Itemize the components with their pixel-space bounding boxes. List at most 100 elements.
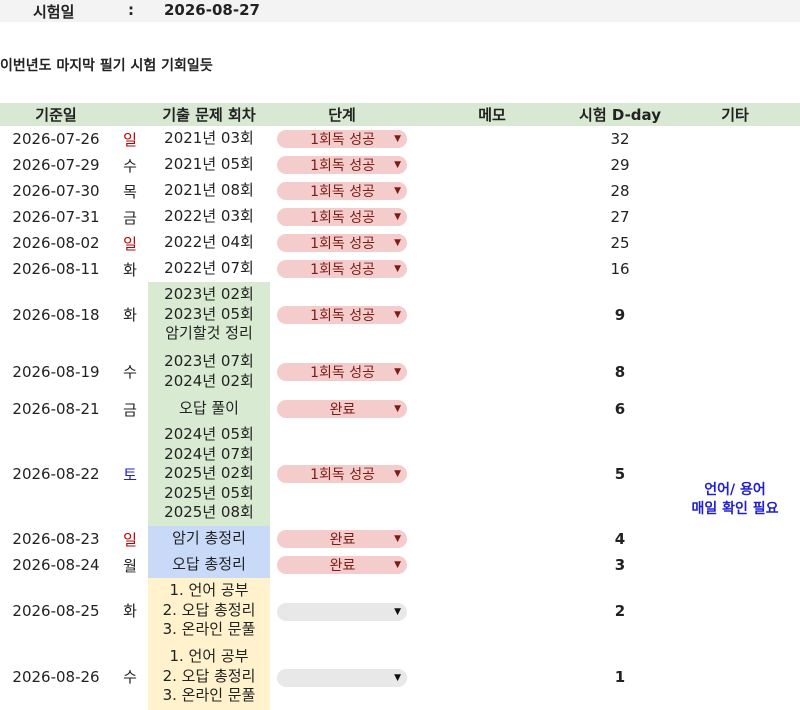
round-cell[interactable]: 2022년 03회	[148, 204, 270, 230]
round-cell[interactable]: 2023년 07회 2024년 02회	[148, 347, 270, 396]
stage-dropdown[interactable]: 완료 ▼	[277, 556, 407, 574]
stage-cell[interactable]: 1회독 성공 ▼	[270, 152, 414, 178]
stage-dropdown[interactable]: 완료 ▼	[277, 530, 407, 548]
date-cell[interactable]: 2026-07-26	[0, 126, 112, 152]
weekday-cell[interactable]: 화	[112, 578, 148, 643]
stage-dropdown[interactable]: 1회독 성공 ▼	[277, 130, 407, 148]
weekday-cell[interactable]: 토	[112, 422, 148, 526]
stage-cell[interactable]: 완료 ▼	[270, 552, 414, 578]
stage-dropdown[interactable]: 1회독 성공 ▼	[277, 156, 407, 174]
dday-cell[interactable]: 1	[570, 643, 670, 710]
memo-cell[interactable]	[414, 526, 570, 552]
col-header-dow[interactable]	[112, 103, 148, 126]
stage-dropdown[interactable]: 1회독 성공 ▼	[277, 208, 407, 226]
etc-cell[interactable]	[670, 178, 800, 204]
dday-cell[interactable]: 25	[570, 230, 670, 256]
weekday-cell[interactable]: 금	[112, 204, 148, 230]
etc-cell[interactable]	[670, 152, 800, 178]
round-cell[interactable]: 1. 언어 공부 2. 오답 총정리 3. 온라인 문풀	[148, 643, 270, 710]
stage-cell[interactable]: 1회독 성공 ▼	[270, 204, 414, 230]
round-cell[interactable]: 오답 총정리	[148, 552, 270, 578]
date-cell[interactable]: 2026-08-21	[0, 396, 112, 422]
dday-cell[interactable]: 29	[570, 152, 670, 178]
dday-cell[interactable]: 9	[570, 282, 670, 347]
memo-cell[interactable]	[414, 126, 570, 152]
stage-dropdown[interactable]: 1회독 성공 ▼	[277, 305, 407, 324]
date-cell[interactable]: 2026-08-23	[0, 526, 112, 552]
stage-dropdown[interactable]: 1회독 성공 ▼	[277, 182, 407, 200]
stage-dropdown[interactable]: 1회독 성공 ▼	[277, 234, 407, 252]
stage-dropdown[interactable]: ▼	[277, 669, 407, 687]
round-cell[interactable]: 2021년 03회	[148, 126, 270, 152]
round-cell[interactable]: 2023년 02회 2023년 05회 암기할것 정리	[148, 282, 270, 347]
etc-cell[interactable]	[670, 230, 800, 256]
etc-cell[interactable]	[670, 282, 800, 347]
memo-cell[interactable]	[414, 230, 570, 256]
col-header-date[interactable]: 기준일	[0, 103, 112, 126]
col-header-stage[interactable]: 단계	[270, 103, 414, 126]
exam-date-value[interactable]: 2026-08-27	[164, 1, 260, 19]
date-cell[interactable]: 2026-08-26	[0, 643, 112, 710]
round-cell[interactable]: 2024년 05회 2024년 07회 2025년 02회 2025년 05회 2025…	[148, 422, 270, 526]
date-cell[interactable]: 2026-07-29	[0, 152, 112, 178]
dday-cell[interactable]: 8	[570, 347, 670, 396]
etc-cell[interactable]	[670, 347, 800, 396]
round-cell[interactable]: 암기 총정리	[148, 526, 270, 552]
date-cell[interactable]: 2026-08-25	[0, 578, 112, 643]
date-cell[interactable]: 2026-07-31	[0, 204, 112, 230]
dday-cell[interactable]: 16	[570, 256, 670, 282]
etc-cell[interactable]	[670, 256, 800, 282]
dday-cell[interactable]: 4	[570, 526, 670, 552]
weekday-cell[interactable]: 일	[112, 526, 148, 552]
dday-cell[interactable]: 6	[570, 396, 670, 422]
dday-cell[interactable]: 32	[570, 126, 670, 152]
stage-dropdown[interactable]: 완료 ▼	[277, 400, 407, 418]
etc-cell[interactable]	[670, 643, 800, 710]
stage-cell[interactable]: ▼	[270, 578, 414, 643]
memo-cell[interactable]	[414, 204, 570, 230]
stage-cell[interactable]: 1회독 성공 ▼	[270, 230, 414, 256]
memo-cell[interactable]	[414, 256, 570, 282]
etc-cell[interactable]	[670, 396, 800, 422]
weekday-cell[interactable]: 목	[112, 178, 148, 204]
stage-dropdown[interactable]: 1회독 성공 ▼	[277, 260, 407, 278]
stage-dropdown[interactable]: 1회독 성공 ▼	[277, 362, 407, 381]
round-cell[interactable]: 2021년 05회	[148, 152, 270, 178]
date-cell[interactable]: 2026-07-30	[0, 178, 112, 204]
dday-cell[interactable]: 28	[570, 178, 670, 204]
col-header-etc[interactable]: 기타	[670, 103, 800, 126]
memo-cell[interactable]	[414, 422, 570, 526]
round-cell[interactable]: 2021년 08회	[148, 178, 270, 204]
weekday-cell[interactable]: 화	[112, 256, 148, 282]
memo-cell[interactable]	[414, 552, 570, 578]
dday-cell[interactable]: 27	[570, 204, 670, 230]
stage-dropdown[interactable]: 1회독 성공 ▼	[277, 465, 407, 483]
weekday-cell[interactable]: 수	[112, 643, 148, 710]
dday-cell[interactable]: 3	[570, 552, 670, 578]
etc-cell[interactable]	[670, 578, 800, 643]
weekday-cell[interactable]: 화	[112, 282, 148, 347]
memo-cell[interactable]	[414, 643, 570, 710]
etc-note-cell[interactable]: 언어/ 용어 매일 확인 필요	[670, 422, 800, 578]
weekday-cell[interactable]: 수	[112, 347, 148, 396]
date-cell[interactable]: 2026-08-18	[0, 282, 112, 347]
round-cell[interactable]: 오답 풀이	[148, 396, 270, 422]
etc-cell[interactable]	[670, 126, 800, 152]
date-cell[interactable]: 2026-08-19	[0, 347, 112, 396]
memo-cell[interactable]	[414, 282, 570, 347]
memo-cell[interactable]	[414, 578, 570, 643]
stage-cell[interactable]: 1회독 성공 ▼	[270, 347, 414, 396]
round-cell[interactable]: 2022년 04회	[148, 230, 270, 256]
date-cell[interactable]: 2026-08-24	[0, 552, 112, 578]
memo-cell[interactable]	[414, 178, 570, 204]
stage-cell[interactable]: 1회독 성공 ▼	[270, 282, 414, 347]
memo-cell[interactable]	[414, 396, 570, 422]
stage-cell[interactable]: 완료 ▼	[270, 526, 414, 552]
date-cell[interactable]: 2026-08-11	[0, 256, 112, 282]
stage-cell[interactable]: 1회독 성공 ▼	[270, 178, 414, 204]
stage-dropdown[interactable]: ▼	[277, 603, 407, 621]
col-header-round[interactable]: 기출 문제 회차	[148, 103, 270, 126]
date-cell[interactable]: 2026-08-22	[0, 422, 112, 526]
memo-cell[interactable]	[414, 152, 570, 178]
stage-cell[interactable]: 1회독 성공 ▼	[270, 422, 414, 526]
